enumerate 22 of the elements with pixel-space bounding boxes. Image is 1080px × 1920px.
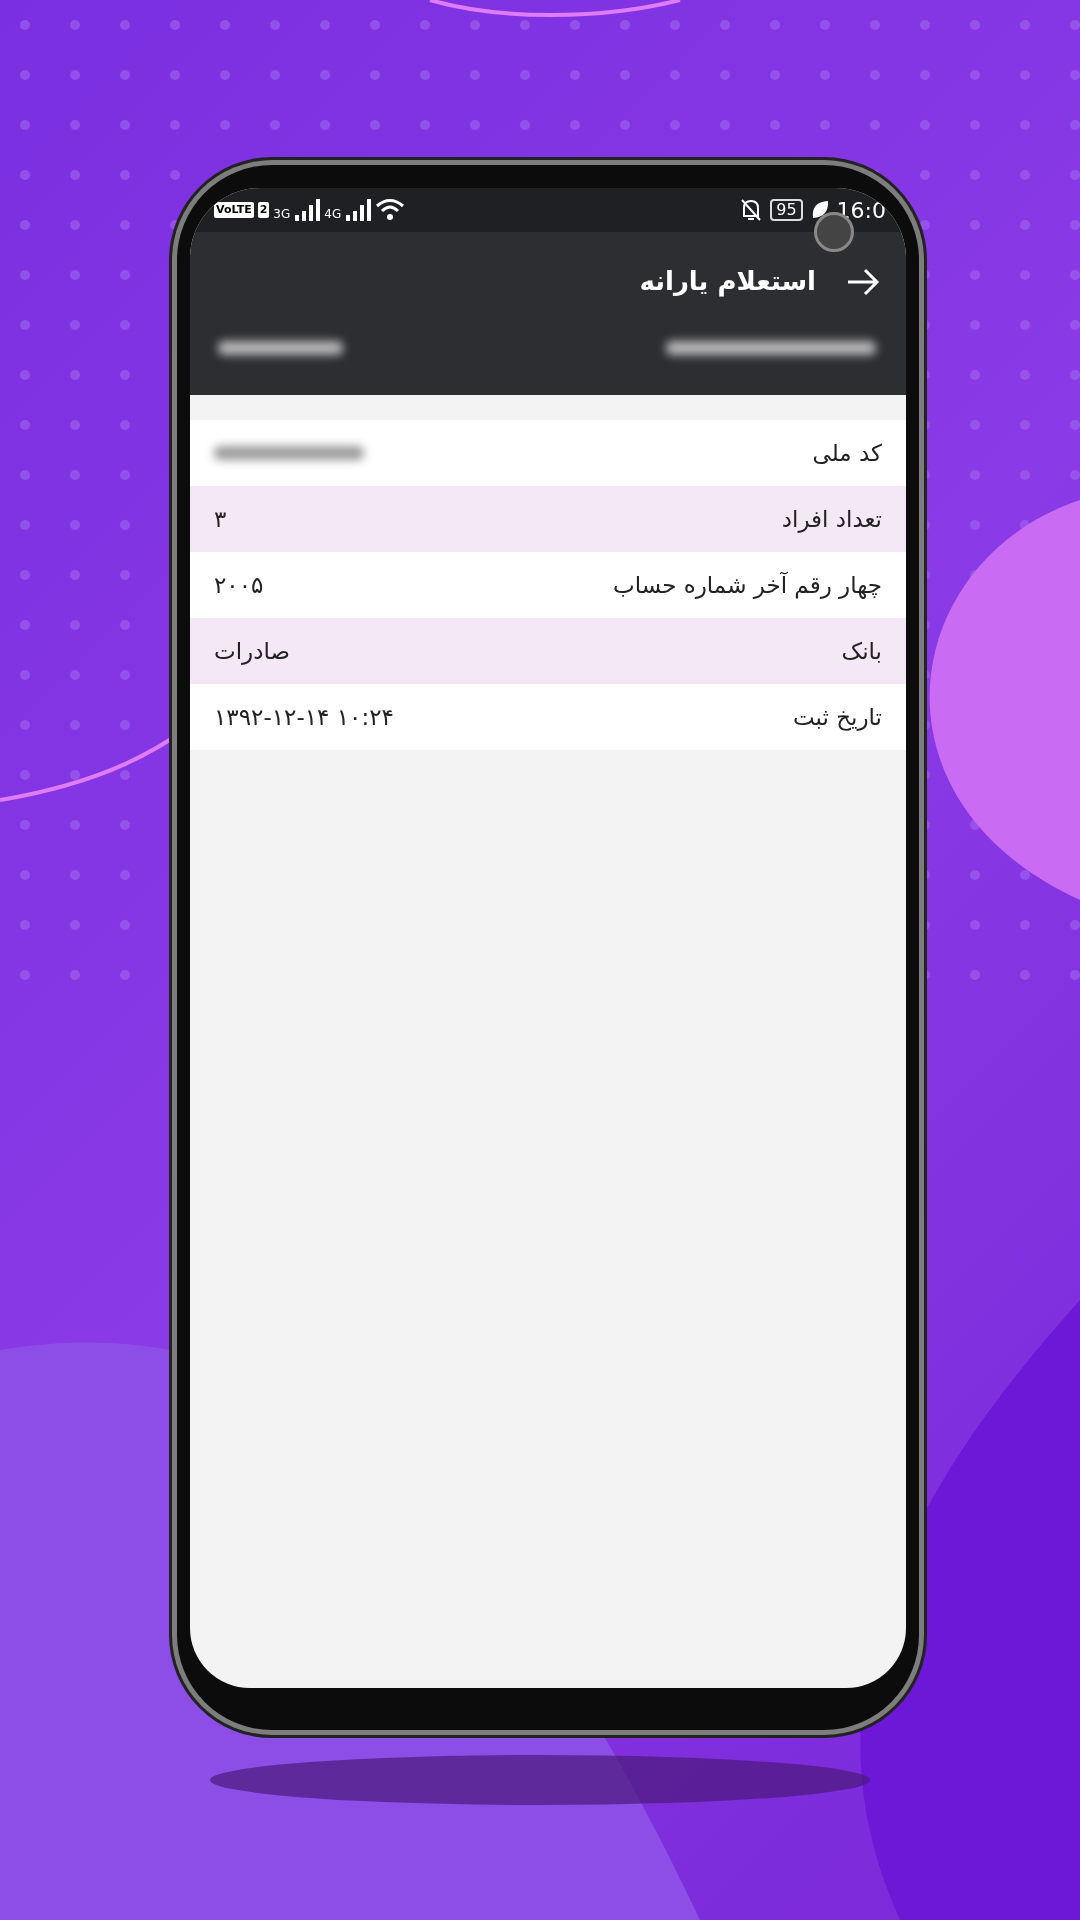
sim-number: 2 <box>257 201 270 219</box>
row-label: تاریخ ثبت <box>793 702 882 733</box>
bell-off-icon <box>740 198 763 222</box>
battery-indicator: 95 <box>770 199 803 221</box>
back-button[interactable] <box>846 266 880 297</box>
wifi-icon <box>375 198 406 222</box>
row-value: ۱۳۹۲-۱۲-۱۴ ۱۰:۲۴ <box>214 702 394 732</box>
row-label: بانک <box>841 636 882 666</box>
row-value: ۲۰۰۵ <box>214 570 264 600</box>
signal-icon <box>294 199 321 221</box>
back-arrow-icon <box>846 266 880 297</box>
carrier-badge: VoLTE <box>214 201 254 219</box>
row-value: صادرات <box>214 636 290 667</box>
network-label: 3G <box>273 206 291 223</box>
row-label: چهار رقم آخر شماره حساب <box>613 570 882 601</box>
row-value: ۳ <box>214 504 227 534</box>
network-label: 4G <box>324 206 342 223</box>
signal-icon <box>345 199 372 221</box>
screen-title: استعلام یارانه <box>639 265 816 299</box>
row-label: کد ملی <box>812 438 882 468</box>
leaf-icon <box>810 200 829 220</box>
row-label: تعداد افراد <box>781 504 882 535</box>
